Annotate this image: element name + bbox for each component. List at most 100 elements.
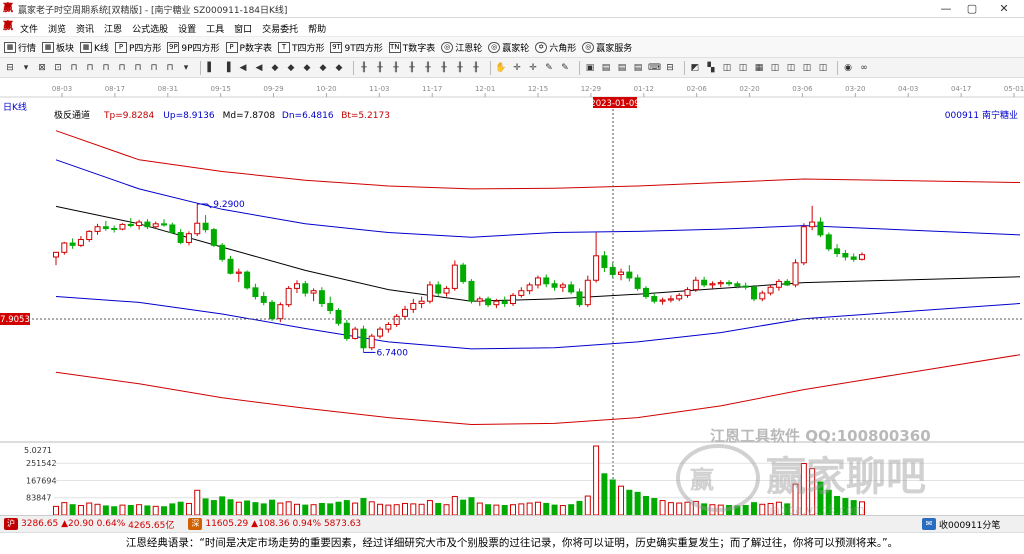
func-button[interactable]: 9P 9P四方形	[167, 41, 220, 54]
candle-body	[235, 271, 242, 274]
tool-icon[interactable]: ╫	[454, 62, 466, 74]
tool-icon[interactable]: ◆	[285, 62, 297, 74]
tool-icon[interactable]: ◫	[801, 62, 813, 74]
tool-icon[interactable]: ▌	[205, 62, 217, 74]
candle-body	[385, 323, 392, 330]
sh-index-segment[interactable]: 沪 3286.65 ▲20.90 0.64% 4265.65亿	[4, 518, 174, 531]
tool-icon[interactable]: ✎	[543, 62, 555, 74]
tool-icon[interactable]: ▤	[632, 62, 644, 74]
kline-chart[interactable]: 08-03 08-17 08-31 09-15 09-29 10-20 11-03 11-17…	[0, 78, 1024, 515]
tool-icon[interactable]: ✛	[511, 62, 523, 74]
menu-item[interactable]: 浏览	[48, 22, 66, 35]
status-right-segment[interactable]: ✉ 收000911分笔	[922, 518, 1000, 531]
tool-icon[interactable]: ◀	[237, 62, 249, 74]
tool-icon[interactable]: ◀	[253, 62, 265, 74]
sz-index-change: ▲108.36	[251, 519, 290, 529]
tool-icon[interactable]: ▤	[600, 62, 612, 74]
toolbar-separator	[837, 60, 838, 75]
tool-icon[interactable]: ⊓	[148, 62, 160, 74]
tool-icon[interactable]: ◆	[301, 62, 313, 74]
candle-body	[817, 221, 824, 236]
tool-icon[interactable]: ⊟	[664, 62, 676, 74]
candle-body	[393, 315, 400, 325]
tool-icon[interactable]: ◫	[721, 62, 733, 74]
tool-icon[interactable]: ╫	[406, 62, 418, 74]
tool-icon[interactable]: ◫	[737, 62, 749, 74]
tool-icon[interactable]: ✛	[527, 62, 539, 74]
func-button[interactable]: TN T数字表	[388, 41, 435, 54]
menu-item[interactable]: 公式选股	[132, 22, 168, 35]
menu-item[interactable]: 窗口	[234, 22, 252, 35]
tool-icon[interactable]: ▾	[180, 62, 192, 74]
tool-icon[interactable]: ▾	[20, 62, 32, 74]
menu-item[interactable]: 资讯	[76, 22, 94, 35]
tool-icon[interactable]: ◆	[317, 62, 329, 74]
tool-icon[interactable]: ╫	[390, 62, 402, 74]
func-button[interactable]: P P四方形	[114, 41, 161, 54]
tool-icon[interactable]: ⊓	[132, 62, 144, 74]
func-button[interactable]: ◎ 江恩轮	[441, 41, 482, 54]
volume-bar	[111, 506, 118, 515]
restore-button[interactable]: ▢	[960, 2, 984, 16]
sh-index-amount: 4265.65亿	[128, 520, 175, 531]
func-button[interactable]: ✡ 六角形	[535, 41, 576, 54]
tool-icon[interactable]: ╫	[374, 62, 386, 74]
tool-icon[interactable]: ╫	[470, 62, 482, 74]
tool-icon[interactable]: ╫	[358, 62, 370, 74]
tool-icon[interactable]: ╫	[422, 62, 434, 74]
volume-bar	[634, 491, 641, 515]
candle-body	[61, 242, 68, 253]
tool-icon[interactable]: ✋	[495, 62, 507, 74]
volume-bar	[169, 503, 176, 515]
tool-icon[interactable]: ▚	[705, 62, 717, 74]
tool-icon[interactable]: ▐	[221, 62, 233, 74]
tool-icon[interactable]: ⊡	[52, 62, 64, 74]
tool-icon[interactable]: ⊓	[100, 62, 112, 74]
tool-icon[interactable]: ⊓	[68, 62, 80, 74]
tool-icon[interactable]: ⊓	[116, 62, 128, 74]
tool-icon[interactable]: ⊓	[164, 62, 176, 74]
tool-icon[interactable]: ▣	[584, 62, 596, 74]
tool-icon[interactable]: ╫	[438, 62, 450, 74]
tool-icon[interactable]: ◫	[817, 62, 829, 74]
func-button[interactable]: T T四方形	[277, 41, 324, 54]
tool-icon[interactable]: ◫	[785, 62, 797, 74]
sz-index-segment[interactable]: 深 11605.29 ▲108.36 0.94% 5873.63	[188, 518, 361, 530]
func-button[interactable]: ◎ 赢家服务	[582, 41, 632, 54]
tool-icon[interactable]: ◉	[842, 62, 854, 74]
chart-area[interactable]: 08-03 08-17 08-31 09-15 09-29 10-20 11-03 11-17…	[0, 78, 1024, 534]
menu-item[interactable]: 设置	[178, 22, 196, 35]
volume-axis-label: 167694	[26, 476, 57, 485]
func-button[interactable]: ▦ 板块	[42, 41, 74, 54]
candle-body	[543, 277, 550, 285]
date-tick-label: 01-12	[634, 85, 654, 93]
tool-icon[interactable]: ∞	[858, 62, 870, 74]
tool-icon[interactable]: ◫	[769, 62, 781, 74]
menu-item[interactable]: 江恩	[104, 22, 122, 35]
star-icon: ✡	[535, 41, 548, 53]
func-button[interactable]: 9T 9T四方形	[330, 41, 383, 54]
tool-icon[interactable]: ⊓	[84, 62, 96, 74]
func-button[interactable]: ◎ 赢家轮	[488, 41, 529, 54]
tool-icon[interactable]: ⊟	[4, 62, 16, 74]
tool-icon[interactable]: ✎	[559, 62, 571, 74]
menu-item[interactable]: 交易委托	[262, 22, 298, 35]
tool-icon[interactable]: ◆	[333, 62, 345, 74]
tool-icon[interactable]: ▦	[753, 62, 765, 74]
minimize-button[interactable]: —	[934, 2, 958, 16]
menu-items: 文件 浏览 资讯 江恩 公式选股 设置 工具 窗口 交易委托 帮助	[20, 22, 336, 35]
tool-icon[interactable]: ▤	[616, 62, 628, 74]
tool-icon[interactable]: ◆	[269, 62, 281, 74]
menu-item[interactable]: 帮助	[308, 22, 326, 35]
tool-icon[interactable]: ⊠	[36, 62, 48, 74]
volume-bar	[260, 503, 267, 515]
candle-body	[809, 221, 816, 228]
func-button[interactable]: ▦ 行情	[4, 41, 36, 54]
menu-item[interactable]: 文件	[20, 22, 38, 35]
func-button[interactable]: ▦ K线	[80, 41, 109, 54]
tool-icon[interactable]: ◩	[689, 62, 701, 74]
tool-icon[interactable]: ⌨	[648, 62, 661, 74]
close-button[interactable]: ✕	[992, 2, 1016, 16]
func-button[interactable]: P P数字表	[225, 41, 272, 54]
menu-item[interactable]: 工具	[206, 22, 224, 35]
